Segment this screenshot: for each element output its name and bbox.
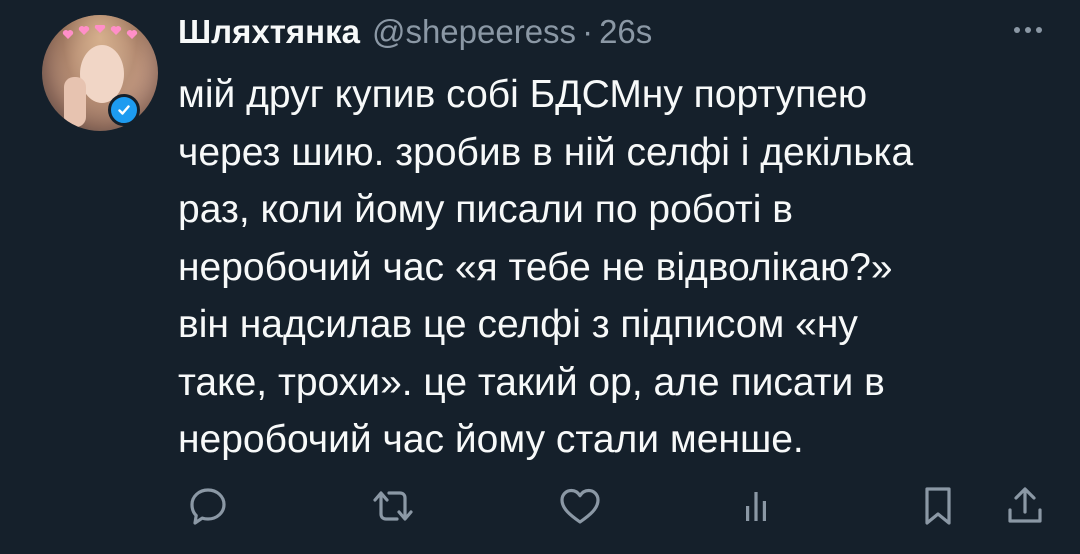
tweet-text-line: таке, трохи». це такий ор, але писати в (178, 360, 885, 404)
bookmark-icon (925, 487, 951, 525)
author-handle[interactable]: @shepeeress (372, 13, 576, 51)
avatar[interactable] (42, 15, 158, 131)
like-button[interactable] (552, 478, 608, 534)
tweet-text-line: неробочий час йому стали менше. (178, 418, 804, 461)
tweet-text: мій друг купив собі БДСМну портупею чере… (178, 66, 1038, 469)
tweet-text-line: неробочий час «я тебе не відволікаю?» (178, 245, 893, 289)
author-name[interactable]: Шляхтянка (178, 13, 360, 51)
tweet-text-line: через шию. зробив в ній селфі і декілька (178, 130, 914, 174)
more-options-icon[interactable] (1010, 20, 1046, 40)
tweet-header: Шляхтянка @shepeeress · 26s (178, 13, 652, 57)
separator-dot: · (582, 13, 594, 50)
views-button[interactable] (728, 478, 784, 534)
share-icon (1008, 487, 1042, 523)
retweet-icon (373, 491, 413, 521)
avatar-hand (64, 77, 86, 127)
verified-badge-icon (108, 94, 140, 126)
bookmark-button[interactable] (910, 478, 966, 534)
heart-icon (560, 488, 600, 524)
tweet-card[interactable]: Шляхтянка @shepeeress · 26s мій друг куп… (0, 0, 1080, 554)
action-bar (0, 478, 1080, 538)
timestamp[interactable]: 26s (599, 13, 652, 51)
share-button[interactable] (997, 478, 1053, 534)
tweet-text-line: мій друг купив собі БДСМну портупею (178, 73, 868, 116)
reply-icon (190, 488, 226, 525)
views-bar-chart-icon (746, 492, 766, 521)
hearts-crown-icon (62, 25, 138, 39)
tweet-text-line: він надсилав це селфі з підписом «ну (178, 303, 858, 346)
reply-button[interactable] (180, 478, 236, 534)
tweet-text-line: раз, коли йому писали по роботі в (178, 188, 794, 231)
retweet-button[interactable] (365, 478, 421, 534)
